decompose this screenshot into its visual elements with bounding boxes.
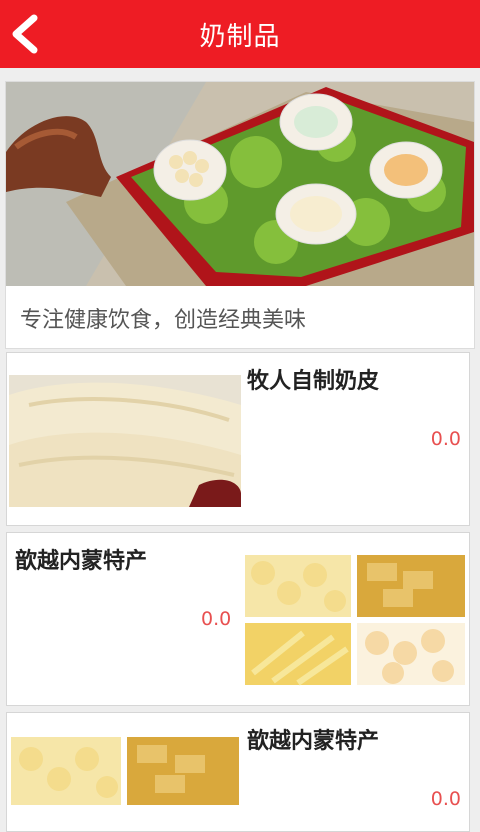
product-image — [243, 553, 467, 687]
banner-image — [6, 82, 474, 286]
product-card[interactable]: 牧人自制奶皮 0.0 — [6, 352, 470, 526]
product-name: 歆越内蒙特产 — [247, 729, 380, 754]
page-title: 奶制品 — [199, 21, 281, 52]
back-button[interactable] — [8, 12, 48, 56]
banner-card[interactable]: 专注健康饮食，创造经典美味 — [6, 82, 474, 348]
title-bar: 奶制品 — [0, 0, 480, 68]
product-price: 0.0 — [430, 428, 461, 450]
product-card[interactable]: 歆越内蒙特产 0.0 — [6, 712, 470, 832]
product-image — [9, 735, 241, 805]
product-price: 0.0 — [201, 608, 232, 630]
product-name: 歆越内蒙特产 — [15, 549, 148, 574]
product-name: 牧人自制奶皮 — [247, 369, 380, 394]
product-price: 0.0 — [430, 788, 461, 810]
back-arrow-icon — [12, 14, 38, 54]
product-image — [9, 375, 241, 507]
banner-tagline: 专注健康饮食，创造经典美味 — [20, 308, 307, 333]
product-card[interactable]: 歆越内蒙特产 0.0 — [6, 532, 470, 706]
